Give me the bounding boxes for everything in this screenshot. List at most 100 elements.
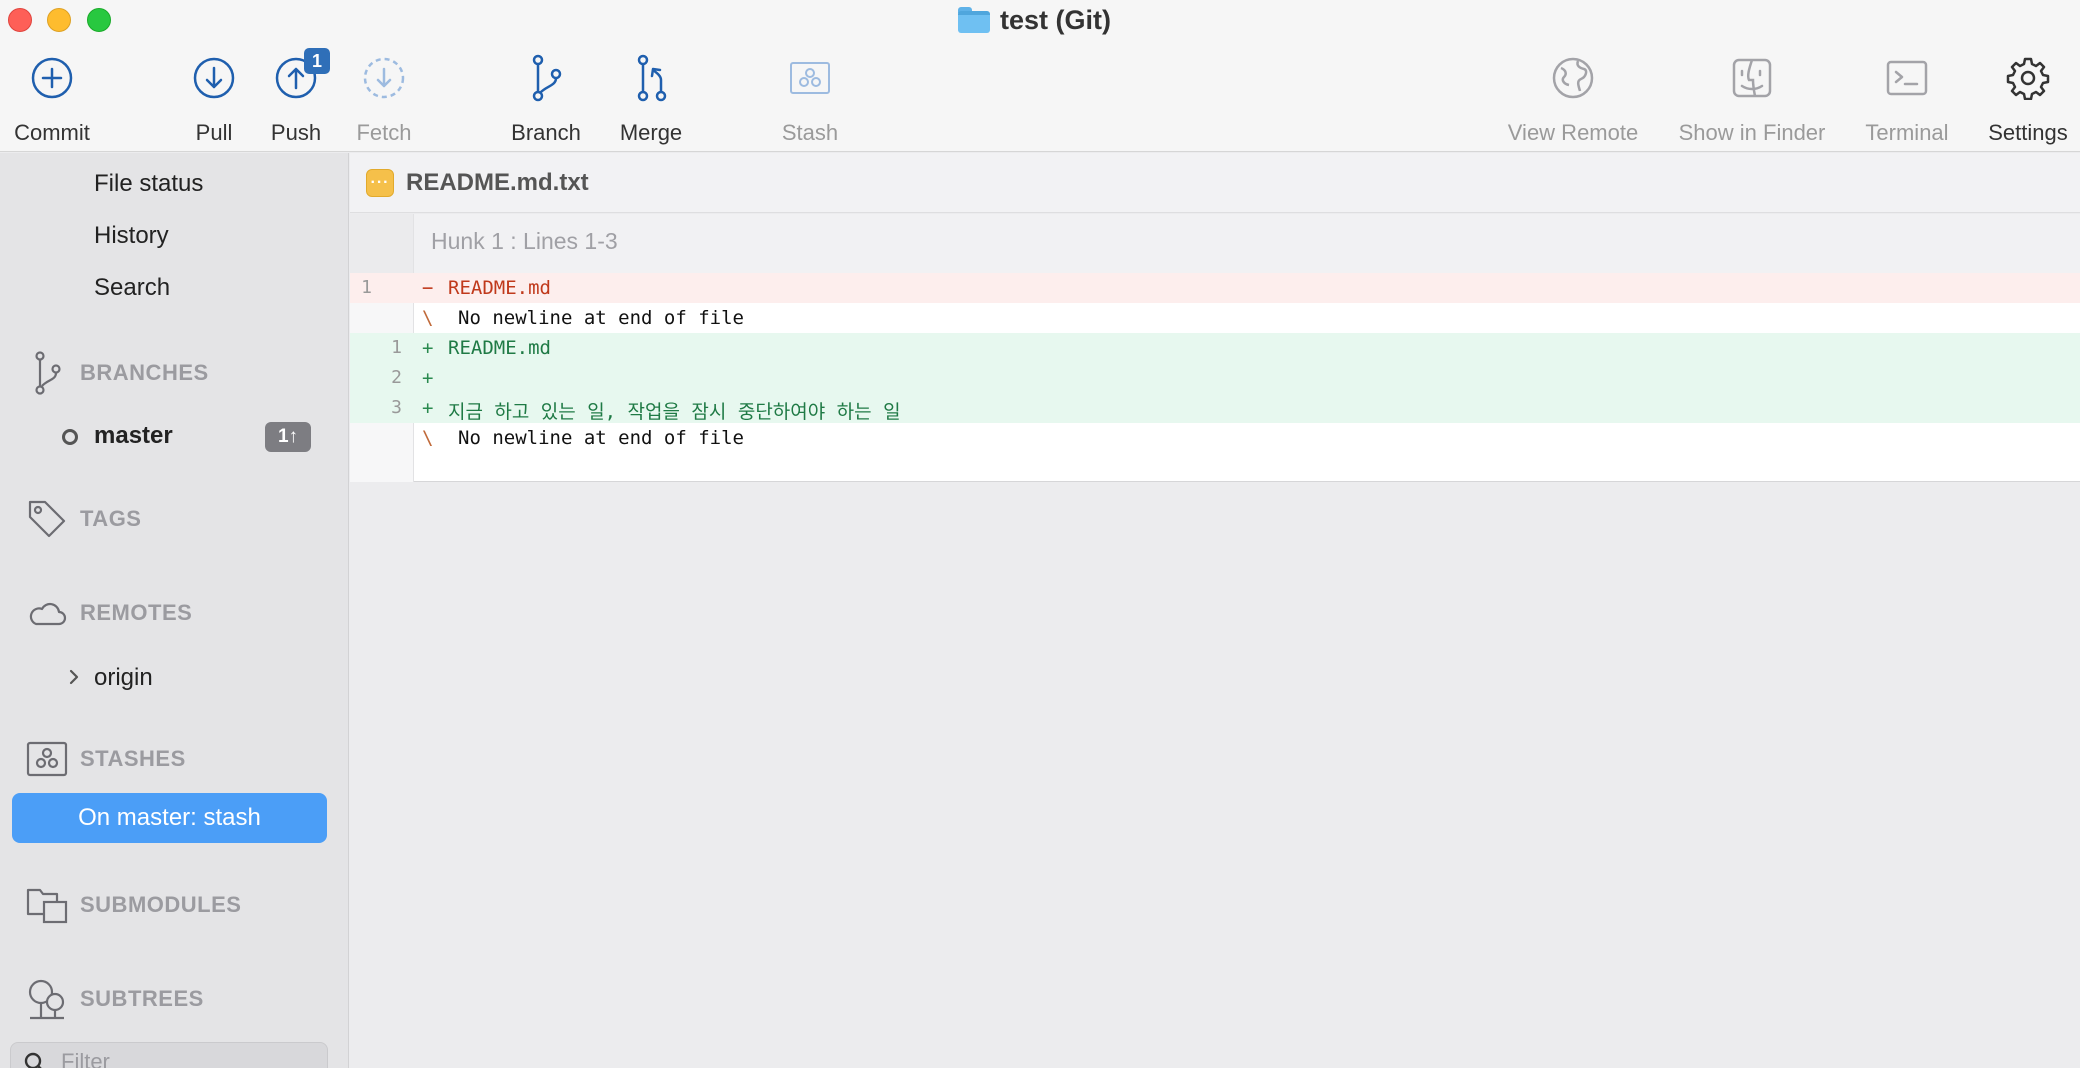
sidebar-item-file-status[interactable]: File status [94,170,203,198]
section-stashes[interactable]: STASHES [0,737,349,781]
push-button[interactable]: 1 Push [268,48,330,150]
diff-line-added[interactable]: 1 + README.md [350,333,2080,363]
diff-view: Hunk 1 : Lines 1-3 1 − README.md \ No ne… [350,214,2080,482]
commit-label: Commit [14,120,90,145]
branch-icon [522,54,570,102]
chevron-right-icon[interactable] [64,667,84,687]
new-line-number: 2 [391,367,402,388]
section-submodules[interactable]: SUBMODULES [0,883,349,927]
minimize-window-button[interactable] [47,8,71,32]
terminal-label: Terminal [1865,120,1949,145]
subtrees-title: SUBTREES [80,986,204,1011]
section-branches[interactable]: BRANCHES [0,351,349,395]
settings-label: Settings [1988,120,2068,145]
fetch-label: Fetch [356,120,412,145]
folder-icon [958,7,990,33]
diff-code: README.md [448,277,551,299]
modified-file-icon: ··· [366,168,394,197]
globe-icon [1549,54,1597,102]
close-window-button[interactable] [8,8,32,32]
stash-button[interactable]: Stash [780,54,840,150]
sidebar-item-history[interactable]: History [94,222,169,250]
old-line-number: 1 [361,277,372,298]
diff-pane: ··· README.md.txt Hunk 1 : Lines 1-3 1 −… [350,153,2080,1068]
zoom-window-button[interactable] [87,8,111,32]
diff-code: README.md [448,337,551,359]
ahead-count-badge: 1↑ [265,422,311,452]
section-tags[interactable]: TAGS [0,497,349,541]
branches-title: BRANCHES [80,360,209,385]
push-count-badge: 1 [304,48,330,74]
show-in-finder-button[interactable]: Show in Finder [1674,54,1830,150]
window-title-text: test (Git) [1000,4,1111,35]
merge-icon [627,54,675,102]
current-branch-icon [62,429,78,445]
view-remote-button[interactable]: View Remote [1504,54,1642,150]
diff-line-no-newline[interactable]: \ No newline at end of file [350,423,2080,453]
branch-label: Branch [511,120,581,145]
stash-box-icon [786,54,834,102]
remotes-title: REMOTES [80,600,193,625]
remote-name: origin [94,664,153,691]
new-line-number: 1 [391,337,402,358]
filter-box [10,1042,328,1068]
merge-button[interactable]: Merge [616,54,686,150]
pull-button[interactable]: Pull [190,54,238,150]
window-title: test (Git) [958,2,1111,38]
branch-item-master[interactable]: master 1↑ [0,415,349,459]
dashed-arrow-down-circle-icon [360,54,408,102]
fetch-button[interactable]: Fetch [354,54,414,150]
terminal-icon [1883,54,1931,102]
new-line-number: 3 [391,397,402,418]
filter-input[interactable] [61,1047,321,1068]
submodule-folders-icon [26,884,68,926]
stashes-title: STASHES [80,746,186,771]
diff-sign: + [422,397,434,419]
stash-item-selected[interactable]: On master: stash [12,793,327,843]
sidebar: File status History Search BRANCHES mast… [0,153,349,1068]
gear-icon [2004,54,2052,102]
trees-icon [26,978,68,1020]
finder-icon [1728,54,1776,102]
cloud-icon [26,592,68,634]
diff-sign: \ [422,427,434,449]
tags-title: TAGS [80,506,142,531]
hunk-title: Hunk 1 : Lines 1-3 [431,228,618,254]
arrow-down-circle-icon [190,54,238,102]
branch-icon [26,351,68,395]
settings-button[interactable]: Settings [1984,54,2072,150]
sidebar-item-search[interactable]: Search [94,274,170,302]
diff-code: 지금 하고 있는 일, 작업을 잠시 중단하여야 하는 일 [448,401,901,423]
pull-label: Pull [195,120,233,145]
hunk-header: Hunk 1 : Lines 1-3 [350,214,2080,273]
diff-sign: − [422,277,434,299]
section-subtrees[interactable]: SUBTREES [0,977,349,1021]
diff-sign: \ [422,307,434,329]
branch-name: master [94,422,173,449]
stash-box-icon [26,738,68,780]
merge-label: Merge [619,120,683,145]
terminal-button[interactable]: Terminal [1862,54,1952,150]
diff-line-added[interactable]: 2 + [350,363,2080,393]
toolbar: test (Git) Commit Pull 1 Push Fetch Bran… [0,0,2080,152]
diff-line-no-newline[interactable]: \ No newline at end of file [350,303,2080,333]
view-remote-label: View Remote [1507,120,1639,145]
search-icon [23,1051,47,1068]
diff-sign: + [422,367,434,389]
section-remotes[interactable]: REMOTES [0,591,349,635]
diff-code: No newline at end of file [458,427,744,449]
commit-button[interactable]: Commit [9,54,95,150]
stash-label: Stash [781,120,839,145]
push-label: Push [270,120,322,145]
branch-button[interactable]: Branch [508,54,584,150]
file-name: README.md.txt [406,168,589,196]
diff-line-added[interactable]: 3 + 지금 하고 있는 일, 작업을 잠시 중단하여야 하는 일 [350,393,2080,423]
diff-sign: + [422,337,434,359]
tag-icon [26,498,68,540]
remote-item-origin[interactable]: origin [0,657,349,701]
diff-line-deleted[interactable]: 1 − README.md [350,273,2080,303]
arrow-up-circle-icon: 1 [272,48,330,102]
file-header[interactable]: ··· README.md.txt [350,153,2080,213]
diff-code: No newline at end of file [458,307,744,329]
submodules-title: SUBMODULES [80,892,242,917]
